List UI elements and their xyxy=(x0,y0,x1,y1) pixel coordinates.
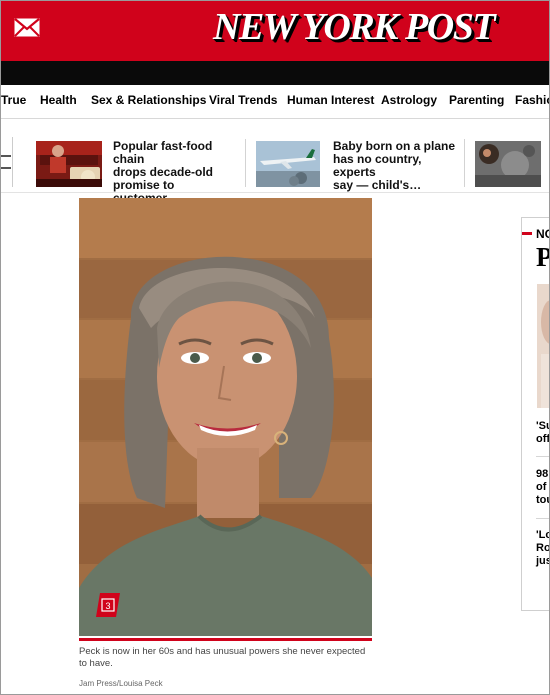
photo-caption: Peck is now in her 60s and has unusual p… xyxy=(79,646,366,669)
plane-thumbnail xyxy=(256,141,320,187)
nav-item-parenting[interactable]: Parenting xyxy=(449,93,504,107)
rail-item-line: 98 xyxy=(536,468,549,480)
headline-line: has no country, experts xyxy=(333,152,422,179)
rail-item-line: off xyxy=(536,433,550,445)
rail-item-line: 'Lo xyxy=(536,529,549,541)
photo-credit: Jam Press/Louisa Peck xyxy=(79,679,163,688)
article-photo[interactable] xyxy=(79,198,372,636)
rail-separator xyxy=(536,518,549,519)
rail-heading-accent xyxy=(522,232,532,235)
top-black-bar xyxy=(1,61,549,85)
envelope-icon[interactable] xyxy=(14,18,40,37)
caption-rule xyxy=(79,638,372,641)
nav-item-viral-trends[interactable]: Viral Trends xyxy=(209,93,277,107)
trending-card-fast-food[interactable]: Popular fast-food chain drops decade-old… xyxy=(36,140,241,205)
previous-card-edge[interactable] xyxy=(1,137,13,187)
nav-item-health[interactable]: Health xyxy=(40,93,77,107)
masthead: NEW YORK POST xyxy=(1,1,549,61)
trending-headline: Baby born on a plane has no country, exp… xyxy=(333,140,461,192)
rail-item-line: jus xyxy=(536,555,549,567)
nav-item-astrology[interactable]: Astrology xyxy=(381,93,437,107)
rail-heading-text: NO xyxy=(536,227,549,241)
rail-item-line: of xyxy=(536,481,547,493)
right-rail-widget: NO P 'Su off 98 of tou 'Lo Ro jus xyxy=(521,217,550,611)
browser-page: NEW YORK POST True Health Sex & Relation… xyxy=(0,0,550,695)
nav-item-human-interest[interactable]: Human Interest xyxy=(287,93,374,107)
rail-item[interactable]: 'Su off xyxy=(536,420,550,446)
rail-item-line: tou xyxy=(536,494,549,506)
partial-thumbnail xyxy=(475,141,541,187)
rail-title: P xyxy=(536,243,549,271)
trending-card-partial[interactable] xyxy=(475,141,541,187)
fast-food-thumbnail xyxy=(36,141,102,187)
trending-strip: Popular fast-food chain drops decade-old… xyxy=(1,127,549,205)
card-divider xyxy=(245,139,246,187)
trending-card-baby-plane[interactable]: Baby born on a plane has no country, exp… xyxy=(256,140,461,192)
site-logo[interactable]: NEW YORK POST xyxy=(213,5,496,49)
trending-headline: Popular fast-food chain drops decade-old… xyxy=(113,140,241,205)
photo-count-badge[interactable]: 3 xyxy=(96,593,120,617)
nav-item-fashion[interactable]: Fashio xyxy=(515,93,549,107)
photo-counter: 3 xyxy=(105,601,110,611)
rail-item-line: Ro xyxy=(536,542,550,554)
headline-line: Popular fast-food chain xyxy=(113,139,213,166)
nav-item-true[interactable]: True xyxy=(1,93,26,107)
section-nav: True Health Sex & Relationships Viral Tr… xyxy=(1,85,549,119)
headline-line: say — child's… xyxy=(333,178,422,192)
rail-item[interactable]: 'Lo Ro jus xyxy=(536,529,550,568)
card-divider xyxy=(464,139,465,187)
nav-item-sex-relationships[interactable]: Sex & Relationships xyxy=(91,93,206,107)
rail-item[interactable]: 98 of tou xyxy=(536,468,549,507)
rail-image[interactable] xyxy=(537,284,549,408)
rail-item-line: 'Su xyxy=(536,420,549,432)
rail-separator xyxy=(536,456,549,457)
